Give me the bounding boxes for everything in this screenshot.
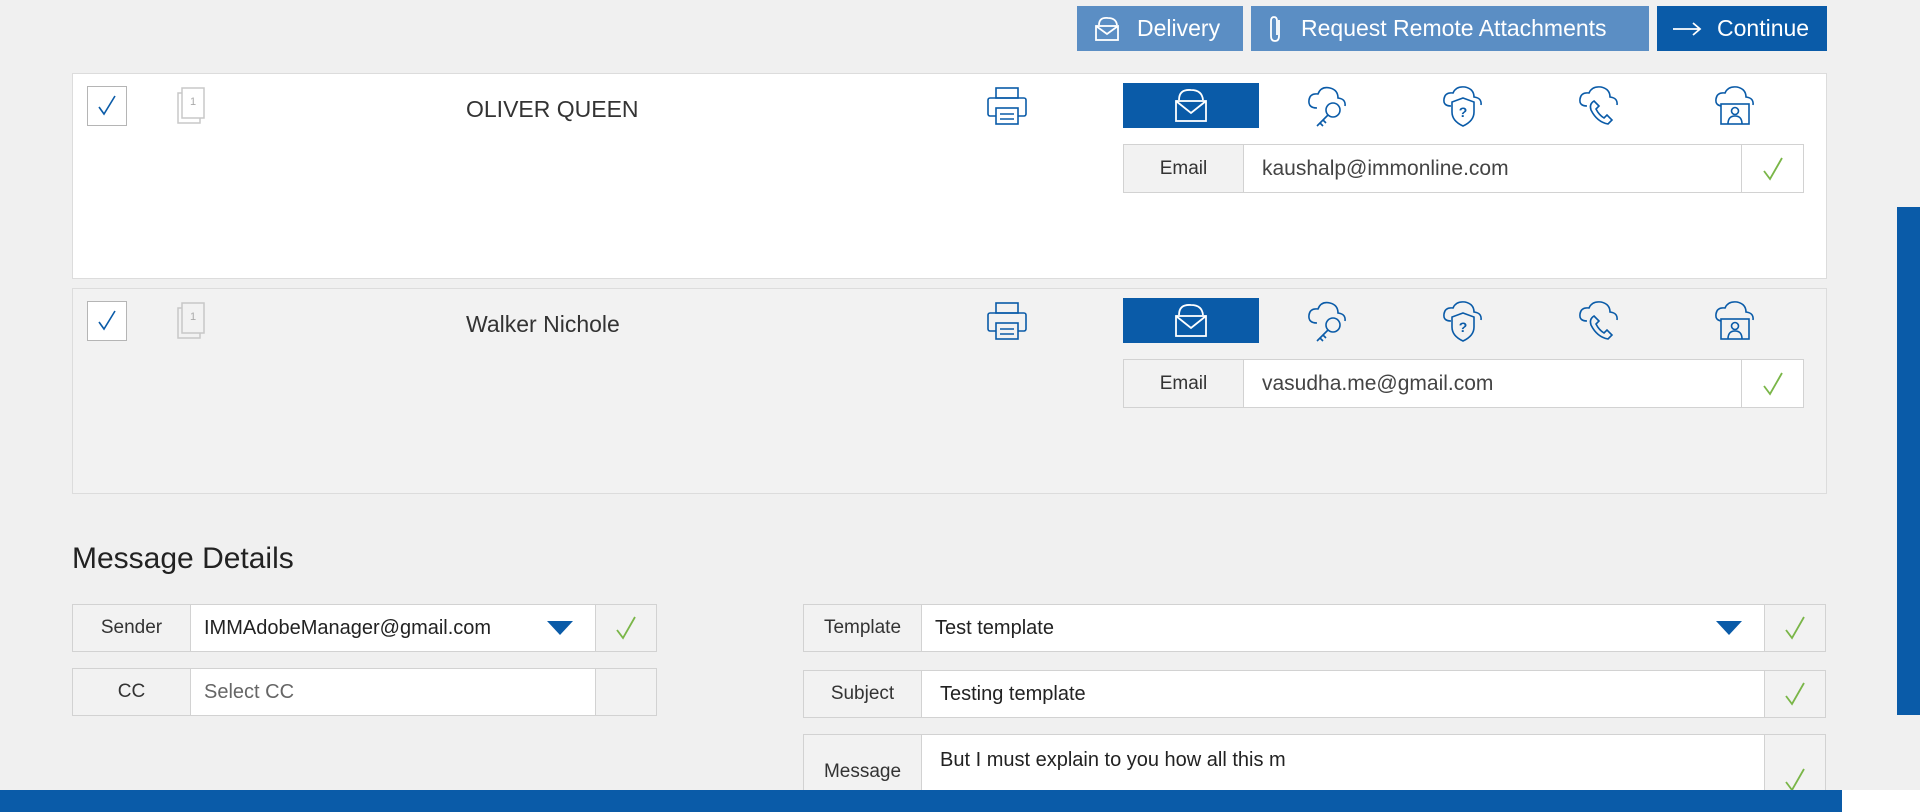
method-kba[interactable]: ? [1395, 83, 1531, 128]
footer-gap [1842, 790, 1920, 812]
document-count-icon: 1 [173, 84, 207, 131]
sender-value: IMMAdobeManager@gmail.com [204, 616, 492, 639]
method-government-id[interactable] [1667, 298, 1803, 343]
template-value: Test template [935, 616, 1054, 639]
cc-input[interactable]: Select CC [191, 669, 595, 715]
key-cloud-icon [1308, 301, 1346, 342]
subject-label: Subject [804, 671, 922, 717]
template-select[interactable]: Test template [922, 605, 1764, 651]
scrollbar-accent[interactable] [1897, 207, 1920, 715]
email-input[interactable]: kaushalp@immonline.com [1244, 145, 1741, 192]
printer-icon[interactable] [985, 84, 1029, 133]
method-phone[interactable] [1531, 298, 1667, 343]
subject-field: Subject Testing template [803, 670, 1826, 718]
delivery-method-tabs: ? [1123, 83, 1803, 128]
phone-cloud-icon [1579, 85, 1618, 125]
id-card-cloud-icon [1715, 85, 1754, 125]
method-access-code[interactable] [1259, 298, 1395, 343]
document-count-icon: 1 [173, 299, 207, 346]
id-card-cloud-icon [1715, 300, 1754, 340]
arrow-right-icon [1673, 21, 1702, 36]
template-label: Template [804, 605, 922, 651]
sender-valid-check [595, 605, 656, 651]
shield-question-cloud-icon: ? [1443, 300, 1482, 342]
document-count: 1 [190, 311, 196, 323]
method-email[interactable] [1123, 298, 1259, 343]
email-field-row: Email kaushalp@immonline.com [1123, 144, 1804, 193]
svg-text:?: ? [1459, 319, 1468, 335]
delivery-label: Delivery [1137, 15, 1221, 41]
subject-input[interactable]: Testing template [922, 671, 1764, 717]
method-phone[interactable] [1531, 83, 1667, 128]
email-field-row: Email vasudha.me@gmail.com [1123, 359, 1804, 408]
recipient-card: 1 OLIVER QUEEN ? Email kaushalp@immonlin… [72, 73, 1827, 279]
email-input[interactable]: vasudha.me@gmail.com [1244, 360, 1741, 407]
method-email[interactable] [1123, 83, 1259, 128]
method-kba[interactable]: ? [1395, 298, 1531, 343]
caret-down-icon[interactable] [547, 621, 573, 635]
email-valid-check [1741, 145, 1803, 192]
email-label: Email [1124, 360, 1244, 407]
envelope-icon [1175, 303, 1207, 337]
recipient-checkbox[interactable] [87, 301, 127, 341]
continue-button[interactable]: Continue [1657, 6, 1827, 51]
checkmark-icon [98, 95, 116, 116]
key-cloud-icon [1308, 86, 1346, 127]
delivery-method-tabs: ? [1123, 298, 1803, 343]
delivery-button[interactable]: Delivery [1077, 6, 1243, 51]
checkmark-icon [98, 310, 116, 331]
recipient-checkbox[interactable] [87, 86, 127, 126]
check-icon [1762, 372, 1783, 396]
printer-icon[interactable] [985, 299, 1029, 348]
envelope-icon [1175, 88, 1207, 122]
request-remote-attachments-button[interactable]: Request Remote Attachments [1251, 6, 1649, 51]
sender-select[interactable]: IMMAdobeManager@gmail.com [191, 605, 595, 651]
email-label: Email [1124, 145, 1244, 192]
recipient-card: 1 Walker Nichole ? Email vasudha.me@gmai… [72, 288, 1827, 494]
top-actions: Delivery Request Remote Attachments Cont… [1077, 6, 1827, 51]
shield-question-cloud-icon: ? [1443, 85, 1482, 127]
phone-cloud-icon [1579, 300, 1618, 340]
recipient-name: OLIVER QUEEN [466, 96, 639, 122]
check-icon [1762, 157, 1783, 181]
cc-status-cell [595, 669, 656, 715]
method-access-code[interactable] [1259, 83, 1395, 128]
method-government-id[interactable] [1667, 83, 1803, 128]
paperclip-icon [1270, 15, 1280, 42]
subject-valid-check [1764, 671, 1825, 717]
cc-field: CC Select CC [72, 668, 657, 716]
footer-bar [0, 790, 1842, 812]
check-icon [616, 616, 636, 640]
template-valid-check [1764, 605, 1825, 651]
message-details-title: Message Details [72, 542, 294, 575]
sender-field: Sender IMMAdobeManager@gmail.com [72, 604, 657, 652]
caret-down-icon[interactable] [1716, 621, 1742, 635]
request-remote-label: Request Remote Attachments [1301, 15, 1607, 41]
email-valid-check [1741, 360, 1803, 407]
sender-label: Sender [73, 605, 191, 651]
svg-text:?: ? [1459, 104, 1468, 120]
check-icon [1785, 682, 1805, 706]
check-icon [1785, 616, 1805, 640]
continue-label: Continue [1717, 15, 1810, 41]
cc-label: CC [73, 669, 191, 715]
template-field: Template Test template [803, 604, 1826, 652]
recipient-name: Walker Nichole [466, 311, 620, 337]
document-count: 1 [190, 96, 196, 108]
delivery-icon [1095, 16, 1119, 41]
